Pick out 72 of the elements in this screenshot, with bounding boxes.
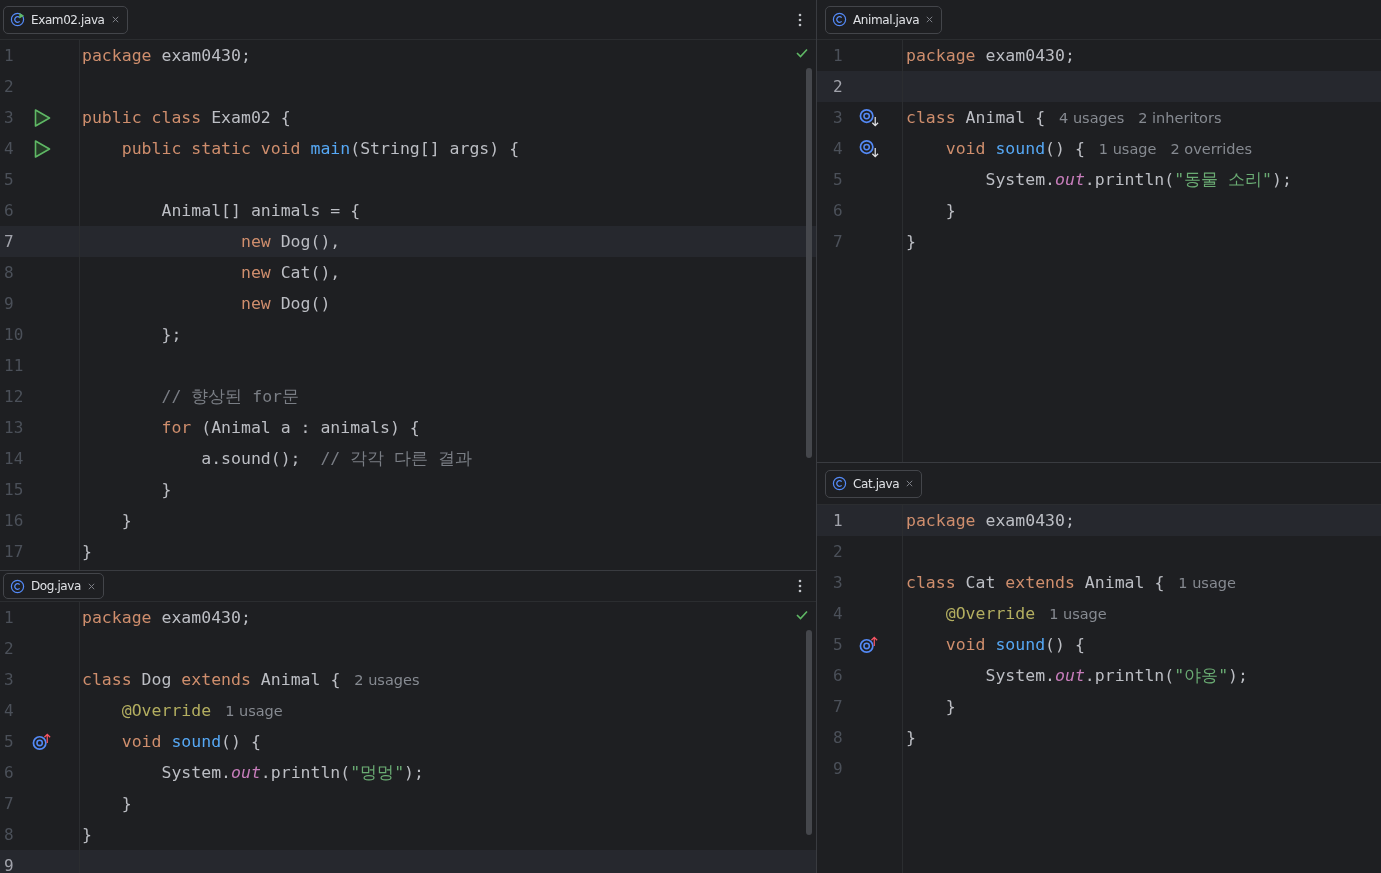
implemented-down-icon[interactable]	[859, 107, 880, 128]
tab-title: Cat.java	[853, 476, 900, 491]
close-icon[interactable]	[86, 581, 96, 591]
tab-title: Exam02.java	[31, 12, 105, 27]
code-text: }	[160, 480, 172, 499]
class-icon	[10, 578, 25, 594]
code-text: class Animal {	[906, 108, 1046, 127]
code-text: package exam0430;	[82, 46, 251, 65]
line-number: 9	[4, 856, 15, 873]
code-text: }	[906, 232, 916, 251]
more-icon[interactable]	[798, 579, 802, 593]
line-number: 1	[833, 511, 844, 530]
code-text: // 향상된 for문	[160, 385, 299, 408]
code-text: System.out.println("멍멍");	[160, 761, 424, 784]
code-text: a.sound(); // 각각 다른 결과	[200, 447, 473, 470]
more-icon[interactable]	[798, 12, 802, 27]
code-text: void sound() {	[944, 139, 1085, 158]
file-tab[interactable]: Dog.java	[3, 573, 104, 599]
code-text: new Dog(),	[239, 232, 341, 251]
code-text: public static void main(String[] args) {	[120, 139, 520, 158]
code-text: new Dog()	[239, 294, 331, 313]
code-text: }	[944, 697, 956, 716]
close-icon[interactable]	[905, 479, 915, 488]
code-text: }	[82, 542, 92, 561]
tab-title: Animal.java	[853, 12, 920, 27]
file-tab[interactable]: Cat.java	[825, 469, 923, 498]
class-icon	[832, 12, 847, 27]
code-text: };	[160, 325, 182, 344]
run-icon[interactable]	[32, 107, 53, 128]
inlay-hint[interactable]: 2 overrides	[1170, 140, 1252, 157]
file-tab[interactable]: Animal.java	[825, 5, 943, 34]
scrollbar-thumb[interactable]	[806, 630, 812, 835]
inlay-hint[interactable]: 4 usages	[1059, 109, 1125, 126]
code-text: }	[82, 825, 92, 844]
inlay-hint[interactable]: 1 usage	[1178, 574, 1236, 591]
run-icon[interactable]	[32, 138, 53, 159]
code-text: void sound() {	[120, 732, 261, 751]
runnable-class-icon	[10, 12, 25, 27]
code-text: void sound() {	[944, 635, 1085, 654]
override-up-icon[interactable]	[859, 634, 880, 655]
code-text: package exam0430;	[82, 608, 251, 627]
code-text: new Cat(),	[239, 263, 341, 282]
close-icon[interactable]	[110, 15, 120, 24]
scrollbar-thumb[interactable]	[806, 68, 812, 458]
close-icon[interactable]	[925, 15, 935, 24]
code-text: public class Exam02 {	[82, 108, 291, 127]
inlay-hint[interactable]: 1 usage	[1098, 140, 1157, 157]
code-text: }	[944, 201, 956, 220]
code-text: }	[120, 794, 132, 813]
code-text: }	[120, 511, 132, 530]
code-text: @Override	[120, 701, 212, 720]
file-tab[interactable]: Exam02.java	[3, 5, 128, 34]
line-number: 2	[833, 77, 844, 96]
inlay-hint[interactable]: 1 usage	[225, 702, 283, 719]
tab-title: Dog.java	[31, 579, 81, 593]
code-text: System.out.println("동물 소리");	[984, 168, 1292, 191]
code-text: for (Animal a : animals) {	[160, 418, 420, 437]
override-up-icon[interactable]	[32, 731, 53, 752]
code-text: @Override	[944, 604, 1036, 623]
code-text: package exam0430;	[906, 511, 1075, 530]
code-text: class Cat extends Animal {	[906, 573, 1165, 592]
code-text: Animal[] animals = {	[160, 201, 361, 220]
code-text: package exam0430;	[906, 46, 1075, 65]
inlay-hint[interactable]: 2 inheritors	[1138, 109, 1222, 126]
code-text: class Dog extends Animal {	[82, 670, 341, 689]
code-text: }	[906, 728, 916, 747]
implemented-down-icon[interactable]	[859, 138, 880, 159]
line-number: 7	[4, 232, 15, 251]
inlay-hint[interactable]: 1 usage	[1049, 605, 1107, 622]
inlay-hint[interactable]: 2 usages	[354, 671, 420, 688]
class-icon	[832, 476, 847, 491]
code-text: System.out.println("야옹");	[984, 664, 1248, 687]
